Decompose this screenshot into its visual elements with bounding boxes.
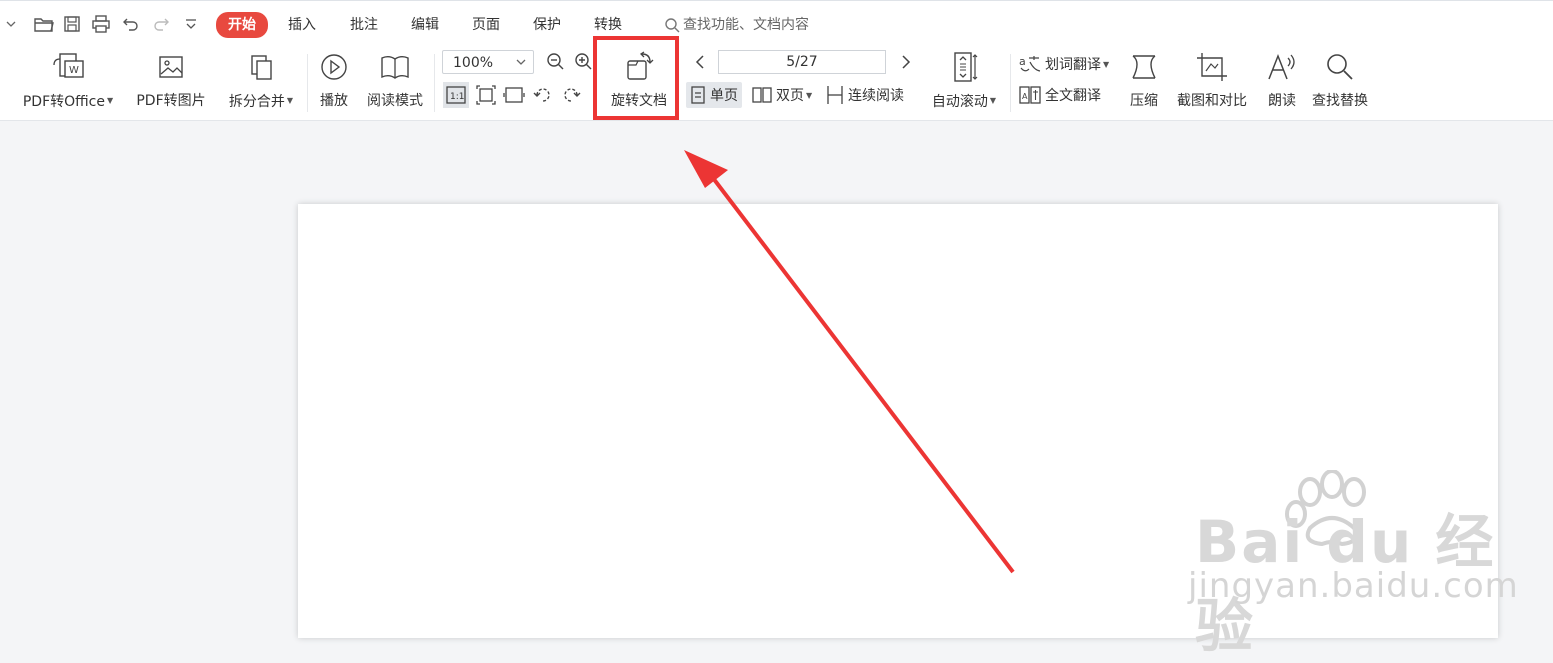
annotation-arrow xyxy=(684,150,1015,574)
